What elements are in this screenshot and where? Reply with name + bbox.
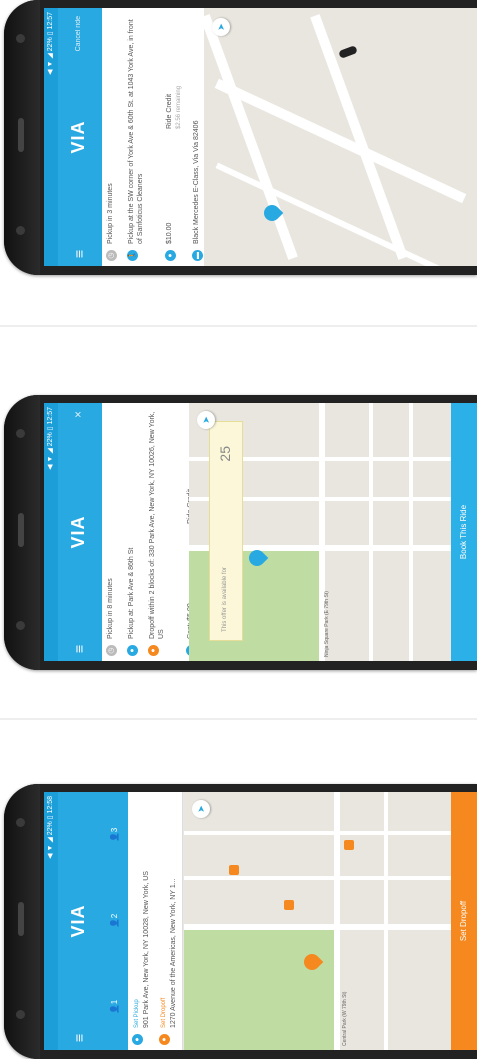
status-text: ◀ ▼ ◢ 22% ▯ 12:57 (47, 407, 54, 470)
dropoff-pin-icon: ● (159, 1034, 170, 1045)
app-bar: ≡ VIA Cancel ride (58, 8, 102, 266)
offer-countdown: 25 (217, 446, 233, 462)
locate-me-icon[interactable]: ➤ (197, 411, 215, 429)
pickup-time: Pickup in 3 minutes (107, 183, 114, 244)
status-text: ◀ ▼ ◢ 22% ▯ 12:57 (47, 12, 54, 75)
passenger-selector: 👤1 👤2 👤3 (102, 792, 128, 1050)
pickup-row[interactable]: ● Set Pickup 901 Park Ave, New York, NY … (128, 792, 155, 1050)
set-dropoff-button[interactable]: Set Dropoff (451, 792, 477, 1050)
screen-ride-offer: ◀ ▼ ◢ 22% ▯ 12:57 ≡ VIA × ◷ Pickup in 8 … (44, 403, 477, 661)
car-marker-icon (338, 45, 358, 59)
cancel-ride-button[interactable]: Cancel ride (75, 16, 82, 51)
poi-icon (229, 865, 239, 875)
speaker-grille (18, 902, 24, 936)
passenger-count-1: 1 (110, 999, 119, 1005)
pickup-label: Set Pickup (134, 999, 140, 1028)
dropoff-detail: Dropoff within 2 blocks of: 330 Park Ave… (149, 411, 165, 639)
map-road (184, 876, 451, 880)
speaker-grille (18, 118, 24, 152)
status-bar: ◀ ▼ ◢ 22% ▯ 12:57 (44, 8, 58, 266)
sensor-icon (16, 429, 25, 438)
pickup-detail-row: 🚶 Pickup at the SW corner of York Ave & … (123, 8, 161, 266)
pickup-address: 901 Park Ave, New York, NY 10028, New Yo… (143, 871, 150, 1028)
screen-set-dropoff: ◀ ▼ ◢ 22% ▯ 12:58 ≡ VIA 👤1 👤2 👤3 ● Set P… (44, 792, 477, 1050)
dropoff-row: ● Dropoff within 2 blocks of: 330 Park A… (144, 403, 182, 661)
pickup-pin-icon: ● (127, 645, 138, 656)
pickup-time-row: ◷ Pickup in 8 minutes (102, 403, 123, 661)
speaker-grille (18, 513, 24, 547)
locate-me-icon[interactable]: ➤ (212, 18, 230, 36)
walk-icon: 🚶 (127, 250, 138, 261)
poi-icon (344, 840, 354, 850)
ride-info-card: ◷ Pickup in 3 minutes 🚶 Pickup at the SW… (102, 8, 210, 266)
status-bar: ◀ ▼ ◢ 22% ▯ 12:57 (44, 403, 58, 661)
map-view[interactable]: Central Park (W 79th St) ➤ (184, 792, 451, 1050)
cost-row: ● $10.00 Ride Credit $2.56 remaining (161, 8, 188, 266)
passenger-option-2[interactable]: 👤2 (102, 878, 128, 964)
phone-top-bezel (4, 784, 40, 1059)
ride-credit-remaining: $2.56 remaining (176, 85, 182, 129)
phone-top-bezel (4, 0, 40, 275)
poi-icon (284, 900, 294, 910)
close-icon[interactable]: × (71, 411, 85, 418)
status-text: ◀ ▼ ◢ 22% ▯ 12:58 (47, 796, 54, 859)
pickup-detail: Pickup at: Park Ave & 86th St (128, 547, 135, 639)
passenger-option-1[interactable]: 👤1 (102, 964, 128, 1050)
sensor-icon (16, 818, 25, 827)
passenger-option-3[interactable]: 👤3 (102, 792, 128, 878)
pickup-detail: Pickup at the SW corner of York Ave & 60… (128, 19, 144, 244)
app-logo: VIA (68, 904, 88, 938)
status-bar: ◀ ▼ ◢ 22% ▯ 12:58 (44, 792, 58, 1050)
map-road (384, 792, 388, 1050)
app-bar: ≡ VIA (58, 792, 102, 1050)
passenger-count-2: 2 (110, 913, 119, 919)
pickup-pin-icon: ● (132, 1034, 143, 1045)
map-place-label: Central Park (W 79th St) (342, 991, 348, 1046)
offer-timer-box: This offer is available for 25 (209, 421, 243, 641)
phone-frame-2: ◀ ▼ ◢ 22% ▯ 12:57 ≡ VIA × ◷ Pickup in 8 … (4, 395, 477, 670)
pickup-time: Pickup in 8 minutes (107, 578, 114, 639)
camera-icon (16, 1010, 25, 1019)
map-road (184, 924, 451, 930)
pickup-time-row: ◷ Pickup in 3 minutes (102, 8, 123, 266)
dropoff-label: Set Dropoff (161, 997, 167, 1028)
clock-icon: ◷ (106, 250, 117, 261)
sensor-icon (16, 34, 25, 43)
separator (0, 325, 477, 327)
vehicle-info: Black Mercedes E-Class, Via Via 82406 (193, 120, 200, 244)
map-place-label: Ninja Square Park (E 79th St) (324, 591, 330, 657)
map-road (369, 403, 373, 661)
person-icon: ● (165, 250, 176, 261)
phone-frame-1: ◀ ▼ ◢ 22% ▯ 12:57 ≡ VIA Cancel ride ◷ Pi… (4, 0, 477, 275)
book-ride-button[interactable]: Book This Ride (451, 403, 477, 661)
dropoff-address: 1270 Avenue of the Americas, New York, N… (170, 878, 177, 1028)
phone-top-bezel (4, 395, 40, 670)
pickup-row: ● Pickup at: Park Ave & 86th St (123, 403, 144, 661)
app-logo: VIA (68, 515, 88, 549)
ride-credit[interactable]: Ride Credit $2.56 remaining (165, 14, 184, 129)
map-road (184, 831, 451, 835)
screen-ride-in-progress: ◀ ▼ ◢ 22% ▯ 12:57 ≡ VIA Cancel ride ◷ Pi… (44, 8, 477, 266)
camera-icon (16, 621, 25, 630)
dropoff-pin-icon: ● (148, 645, 159, 656)
app-bar: ≡ VIA × (58, 403, 102, 661)
car-icon: ▬ (192, 250, 203, 261)
clock-icon: ◷ (106, 645, 117, 656)
location-card: ● Set Pickup 901 Park Ave, New York, NY … (128, 792, 183, 1050)
ride-cost: $10.00 (166, 222, 173, 244)
phone-frame-3: ◀ ▼ ◢ 22% ▯ 12:58 ≡ VIA 👤1 👤2 👤3 ● Set P… (4, 784, 477, 1059)
dropoff-row[interactable]: ● Set Dropoff 1270 Avenue of the America… (155, 792, 182, 1050)
separator (0, 718, 477, 720)
passenger-count-3: 3 (110, 827, 119, 833)
map-park (184, 930, 334, 1050)
map-road (409, 403, 413, 661)
map-view[interactable]: ➤ (204, 8, 477, 266)
ride-credit-label: Ride Credit (166, 93, 173, 129)
camera-icon (16, 226, 25, 235)
locate-me-icon[interactable]: ➤ (192, 800, 210, 818)
offer-label: This offer is available for (222, 567, 228, 632)
map-view[interactable]: Ninja Square Park (E 79th St) This offer… (189, 403, 451, 661)
map-road (204, 14, 298, 260)
